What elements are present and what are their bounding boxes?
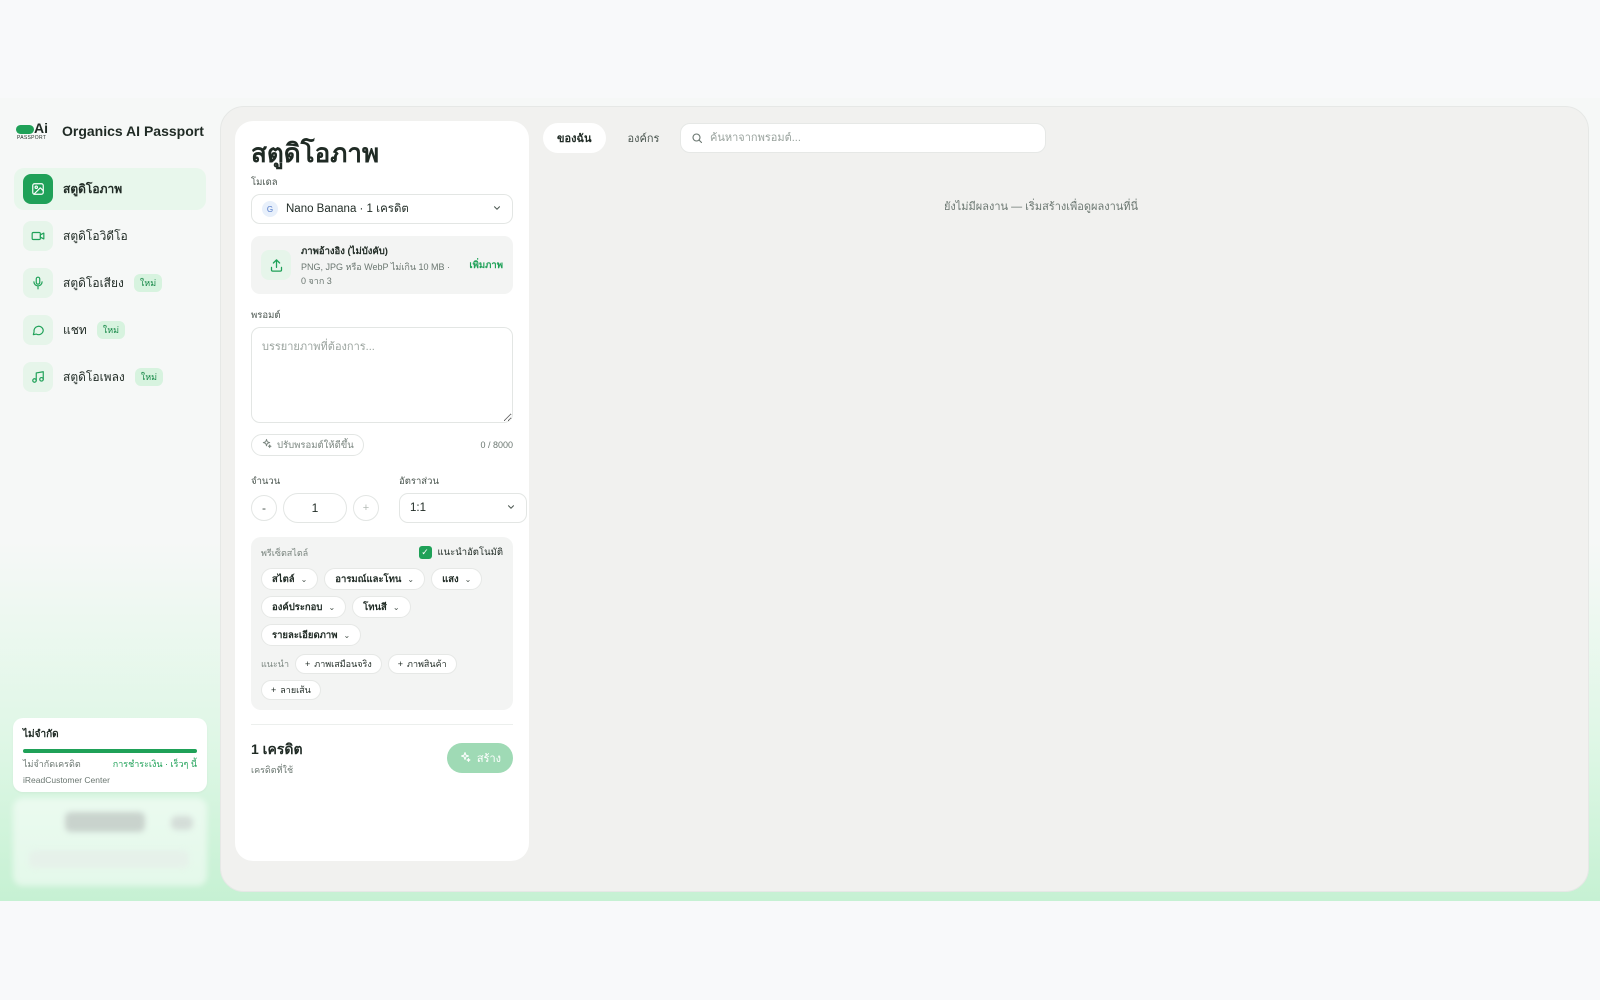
sidebar-item-label: สตูดิโอเพลง bbox=[63, 369, 125, 384]
sidebar-item-image-studio[interactable]: สตูดิโอภาพ bbox=[14, 168, 206, 210]
auto-suggest-label: แนะนำอัตโนมัติ bbox=[437, 547, 503, 558]
chevron-down-icon: ⌄ bbox=[392, 602, 400, 612]
sidebar-item-label: แชท bbox=[63, 322, 87, 337]
brand[interactable]: Ai PASSPORT Organics AI Passport bbox=[16, 120, 204, 141]
suggestion-chip-product[interactable]: + ภาพสินค้า bbox=[387, 654, 457, 674]
google-model-icon: G bbox=[262, 201, 278, 217]
model-select[interactable]: G Nano Banana · 1 เครดิต bbox=[251, 194, 513, 224]
image-studio-panel: สตูดิโอภาพ โมเดล G Nano Banana · 1 เครดิ… bbox=[235, 121, 529, 861]
plan-progress-fill bbox=[23, 749, 197, 753]
chevron-down-icon: ⌄ bbox=[464, 574, 472, 584]
aspect-ratio-label: อัตราส่วน bbox=[399, 476, 439, 487]
tab-mine[interactable]: ของฉัน bbox=[543, 123, 606, 153]
page-title: สตูดิโอภาพ bbox=[251, 138, 380, 168]
enhance-prompt-label: ปรับพรอมต์ให้ดีขึ้น bbox=[277, 439, 354, 451]
sidebar-item-label: สตูดิโอภาพ bbox=[63, 181, 123, 196]
style-presets-title: พรีเซ็ตสไตล์ bbox=[261, 547, 309, 558]
plus-icon: + bbox=[305, 659, 311, 669]
payment-link[interactable]: การชำระเงิน · เร็วๆ นี้ bbox=[113, 757, 197, 771]
prompt-label: พรอมต์ bbox=[251, 310, 281, 321]
empty-state-text: ยังไม่มีผลงาน — เริ่มสร้างเพื่อดูผลงานที… bbox=[943, 201, 1139, 213]
quantity-stepper: - + bbox=[251, 493, 379, 523]
sidebar: Ai PASSPORT Organics AI Passport สตูดิโอ… bbox=[0, 98, 220, 901]
upload-hint: PNG, JPG หรือ WebP ไม่เกิน 10 MB · bbox=[301, 261, 451, 272]
credit-cost-label: เครดิตที่ใช้ bbox=[251, 765, 294, 775]
suggest-label: แนะนำ bbox=[261, 659, 289, 669]
sidebar-item-label: สตูดิโอวิดีโอ bbox=[63, 228, 128, 243]
quantity-label: จำนวน bbox=[251, 476, 281, 487]
upload-icon bbox=[261, 250, 291, 280]
plus-icon: + bbox=[397, 659, 404, 669]
aspect-ratio-value: 1:1 bbox=[410, 502, 426, 514]
image-icon bbox=[23, 174, 53, 204]
chevron-down-icon: ⌄ bbox=[407, 574, 415, 584]
divider bbox=[251, 724, 513, 725]
auto-suggest-checkbox[interactable]: ✓ แนะนำอัตโนมัติ bbox=[418, 545, 503, 560]
search-input[interactable] bbox=[710, 132, 1035, 144]
upload-title: ภาพอ้างอิง (ไม่บังคับ) bbox=[301, 245, 388, 257]
preset-chip-style[interactable]: สไตล์ ⌄ bbox=[261, 568, 319, 590]
sidebar-item-label: สตูดิโอเสียง bbox=[63, 275, 124, 290]
chevron-down-icon: ⌄ bbox=[300, 574, 308, 584]
sidebar-item-music-studio[interactable]: สตูดิโอเพลง ใหม่ bbox=[14, 356, 206, 398]
aspect-ratio-select[interactable]: 1:1 bbox=[399, 493, 527, 523]
video-icon bbox=[23, 221, 53, 251]
plus-icon: + bbox=[271, 685, 277, 695]
create-button-label: สร้าง bbox=[476, 753, 501, 765]
prompt-input[interactable] bbox=[251, 327, 513, 423]
preset-chip-detail[interactable]: รายละเอียดภาพ ⌄ bbox=[261, 624, 362, 646]
chevron-down-icon: ⌄ bbox=[328, 602, 336, 612]
brand-logo: Ai PASSPORT bbox=[16, 120, 48, 141]
sidebar-item-video-studio[interactable]: สตูดิโอวิดีโอ bbox=[14, 215, 206, 257]
music-icon bbox=[23, 362, 53, 392]
preset-chip-color-tone[interactable]: โทนสี ⌄ bbox=[352, 596, 411, 618]
style-presets: พรีเซ็ตสไตล์ ✓ แนะนำอัตโนมัติ สไตล์ ⌄ อาร… bbox=[251, 537, 513, 710]
credit-cost: 1 เครดิต bbox=[251, 741, 303, 757]
model-label: โมเดล bbox=[251, 177, 278, 188]
suggestion-chip-line-art[interactable]: + ลายเส้น bbox=[261, 680, 321, 700]
sidebar-item-audio-studio[interactable]: สตูดิโอเสียง ใหม่ bbox=[14, 262, 206, 304]
reference-image-upload[interactable]: ภาพอ้างอิง (ไม่บังคับ) PNG, JPG หรือ Web… bbox=[251, 236, 513, 294]
results-tabs: ของฉัน องค์กร bbox=[543, 123, 673, 153]
brand-name: Organics AI Passport bbox=[62, 123, 204, 139]
suggestion-chip-photoreal[interactable]: + ภาพเสมือนจริง bbox=[295, 654, 382, 674]
new-badge: ใหม่ bbox=[96, 321, 126, 339]
decrease-quantity-button[interactable]: - bbox=[251, 495, 277, 521]
new-badge: ใหม่ bbox=[133, 274, 163, 292]
plan-card: ไม่จำกัด ไม่จำกัดเครดิต การชำระเงิน · เร… bbox=[13, 718, 207, 792]
preset-chip-mood[interactable]: อารมณ์และโทน ⌄ bbox=[324, 568, 426, 590]
app-window: Ai PASSPORT Organics AI Passport สตูดิโอ… bbox=[0, 98, 1600, 901]
increase-quantity-button[interactable]: + bbox=[353, 495, 379, 521]
chevron-down-icon bbox=[506, 502, 516, 515]
preset-chip-lighting[interactable]: แสง ⌄ bbox=[431, 568, 483, 590]
search-icon bbox=[691, 132, 703, 144]
sidebar-item-chat[interactable]: แชท ใหม่ bbox=[14, 309, 206, 351]
sidebar-nav: สตูดิโอภาพ สตูดิโอวิดีโอ สตูดิโอเสียง ให… bbox=[14, 168, 206, 403]
sparkle-icon bbox=[459, 751, 471, 766]
quantity-input[interactable] bbox=[283, 493, 347, 523]
model-select-value: Nano Banana · 1 เครดิต bbox=[286, 203, 409, 215]
preset-chip-composition[interactable]: องค์ประกอบ ⌄ bbox=[261, 596, 347, 618]
main-content: สตูดิโอภาพ โมเดล G Nano Banana · 1 เครดิ… bbox=[220, 106, 1589, 892]
user-profile-card-blurred[interactable] bbox=[13, 798, 207, 886]
char-count: 0 / 8000 bbox=[480, 440, 513, 450]
customer-center-link[interactable]: iReadCustomer Center bbox=[23, 775, 197, 785]
plan-credits-text: ไม่จำกัดเครดิต bbox=[23, 759, 81, 769]
chat-icon bbox=[23, 315, 53, 345]
new-badge: ใหม่ bbox=[134, 368, 164, 386]
sparkle-icon bbox=[261, 438, 272, 452]
chevron-down-icon bbox=[492, 203, 502, 216]
create-button[interactable]: สร้าง bbox=[446, 743, 513, 773]
tab-organization[interactable]: องค์กร bbox=[614, 123, 674, 153]
enhance-prompt-button[interactable]: ปรับพรอมต์ให้ดีขึ้น bbox=[251, 434, 364, 456]
add-image-button[interactable]: เพิ่มภาพ bbox=[469, 258, 503, 273]
search-bar bbox=[680, 123, 1046, 153]
chevron-down-icon: ⌄ bbox=[343, 630, 351, 640]
mic-icon bbox=[23, 268, 53, 298]
plan-progress-bar bbox=[23, 749, 197, 753]
checkbox-checked-icon: ✓ bbox=[418, 546, 432, 559]
upload-count: 0 จาก 3 bbox=[301, 275, 332, 286]
plan-title: ไม่จำกัด bbox=[23, 729, 59, 740]
